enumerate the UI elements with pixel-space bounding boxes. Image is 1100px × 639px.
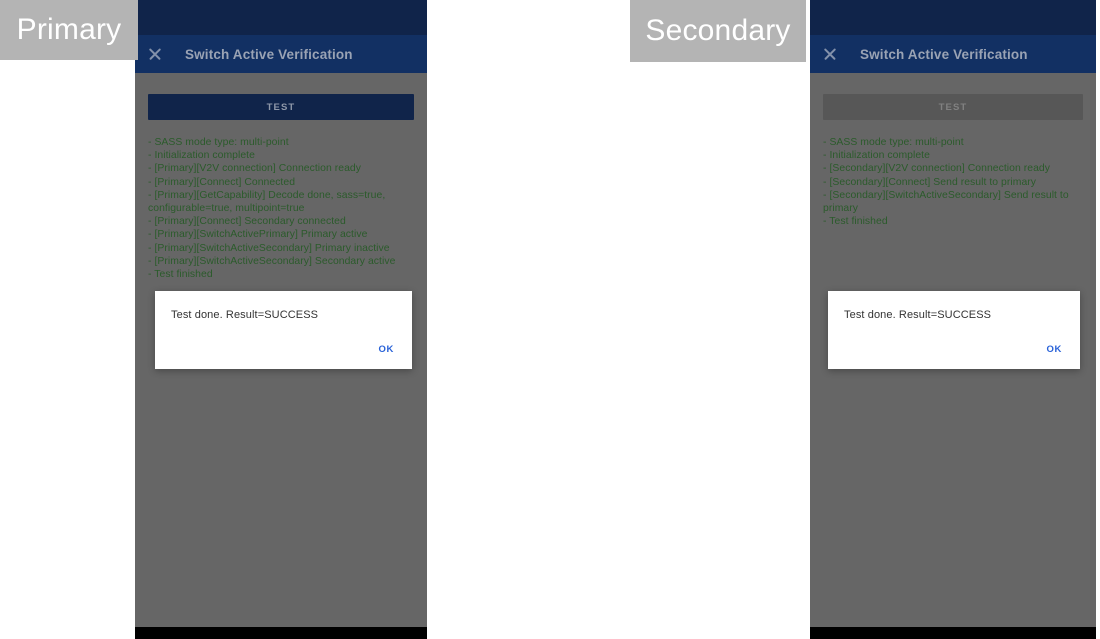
log-line: - Initialization complete	[148, 150, 255, 162]
test-button[interactable]: TEST	[148, 94, 414, 120]
log-line: - [Primary][V2V connection] Connection r…	[148, 163, 362, 175]
log-line: - [Primary][SwitchActiveSecondary] Prima…	[148, 242, 390, 254]
dialog-message: Test done. Result=SUCCESS	[171, 309, 319, 321]
dialog-message: Test done. Result=SUCCESS	[844, 309, 992, 321]
dialog-ok-button[interactable]: OK	[1043, 341, 1066, 358]
close-icon[interactable]	[147, 46, 163, 62]
result-dialog-secondary: Test done. Result=SUCCESS OK	[828, 291, 1080, 369]
log-line: - [Primary][GetCapability] Decode done, …	[148, 189, 386, 215]
caption-primary: Primary	[0, 0, 138, 60]
app-bar-title: Switch Active Verification	[185, 46, 353, 62]
log-output-secondary: - SASS mode type: multi-point - Initiali…	[823, 136, 1083, 228]
log-line: - Test finished	[823, 216, 888, 228]
status-bar-secondary	[810, 0, 1096, 35]
log-line: - [Primary][SwitchActiveSecondary] Secon…	[148, 255, 396, 267]
dialog-actions: OK	[1043, 339, 1066, 358]
log-line: - [Primary][SwitchActivePrimary] Primary…	[148, 229, 368, 241]
caption-primary-label: Primary	[16, 13, 122, 46]
close-icon[interactable]	[822, 46, 838, 62]
log-line: - [Primary][Connect] Connected	[148, 176, 296, 188]
app-bar-title: Switch Active Verification	[860, 46, 1028, 62]
dialog-actions: OK	[375, 339, 398, 358]
log-line: - SASS mode type: multi-point	[148, 137, 289, 148]
log-line: - [Secondary][V2V connection] Connection…	[823, 163, 1050, 175]
log-line: - [Secondary][Connect] Send result to pr…	[823, 176, 1037, 188]
dialog-ok-button[interactable]: OK	[375, 341, 398, 358]
log-line: - Initialization complete	[823, 150, 930, 162]
app-bar-primary: Switch Active Verification	[135, 35, 427, 73]
navigation-bar-primary	[135, 627, 427, 639]
caption-secondary: Secondary	[630, 0, 806, 62]
test-button[interactable]: TEST	[823, 94, 1083, 120]
status-bar-primary	[135, 0, 427, 35]
log-line: - [Secondary][SwitchActiveSecondary] Sen…	[823, 189, 1069, 215]
result-dialog-primary: Test done. Result=SUCCESS OK	[155, 291, 412, 369]
screen-content-primary: TEST - SASS mode type: multi-point - Ini…	[135, 73, 427, 281]
caption-secondary-label: Secondary	[645, 14, 791, 47]
screen-content-secondary: TEST - SASS mode type: multi-point - Ini…	[810, 73, 1096, 228]
log-line: - SASS mode type: multi-point	[823, 137, 964, 148]
log-line: - Test finished	[148, 269, 213, 281]
log-line: - [Primary][Connect] Secondary connected	[148, 216, 346, 228]
log-output-primary: - SASS mode type: multi-point - Initiali…	[148, 136, 414, 281]
navigation-bar-secondary	[810, 627, 1096, 639]
app-bar-secondary: Switch Active Verification	[810, 35, 1096, 73]
